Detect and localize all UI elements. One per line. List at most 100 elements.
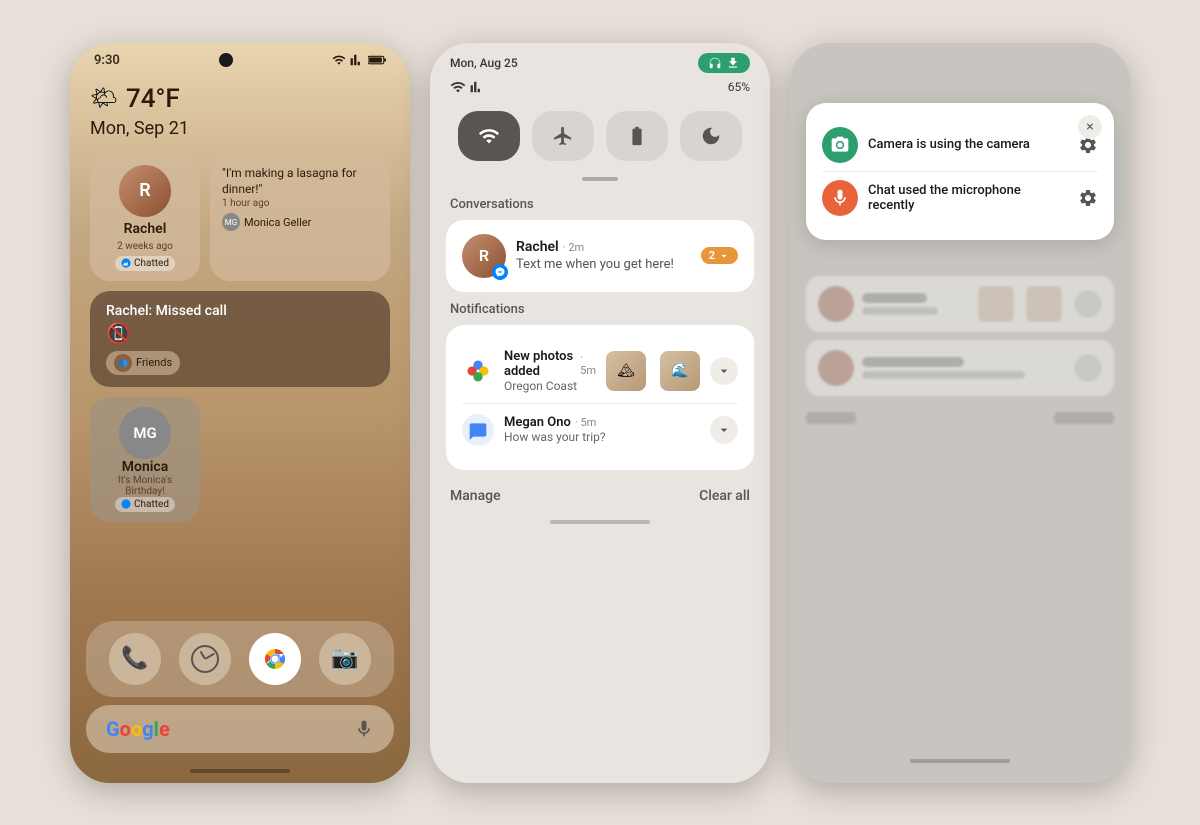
monica-avatar: MG — [119, 407, 171, 459]
photos-notif-time: · 5m — [580, 351, 596, 377]
bg-thumb-1 — [978, 286, 1014, 322]
photos-notif-subtitle: Oregon Coast — [504, 379, 596, 393]
rachel-contact-card[interactable]: R Rachel 2 weeks ago Chatted — [90, 155, 200, 281]
photos-thumbnail: 🏔 — [606, 351, 646, 391]
photos-thumbnail-2: 🌊 — [660, 351, 700, 391]
notifications-footer: Manage Clear all — [430, 480, 770, 520]
mic-perm-settings-icon[interactable] — [1078, 188, 1098, 208]
bg-expand-1 — [1074, 290, 1102, 318]
notifications-card: New photos added · 5m Oregon Coast 🏔 🌊 — [446, 325, 754, 470]
bg-thumb-2 — [1026, 286, 1062, 322]
p2-status-bar: Mon, Aug 25 — [430, 43, 770, 79]
p2-wifi-icon — [450, 79, 466, 95]
quote-person-name: Monica Geller — [244, 216, 311, 229]
photos-notif-item[interactable]: New photos added · 5m Oregon Coast 🏔 🌊 — [462, 339, 738, 404]
rachel-chatted: Chatted — [134, 258, 169, 269]
bg-avatar-2 — [818, 350, 854, 386]
battery-tile[interactable] — [606, 111, 668, 161]
clear-all-button[interactable]: Clear all — [699, 488, 750, 504]
clock-minute-hand — [205, 652, 216, 659]
megan-notif-time: · 5m — [575, 416, 596, 429]
phone-app-icon[interactable]: 📞 — [109, 633, 161, 685]
bg-avatar-1 — [818, 286, 854, 322]
messenger-badge — [492, 264, 508, 280]
battery-icon — [368, 54, 386, 66]
chrome-svg — [259, 643, 291, 675]
rachel-conversation-card[interactable]: R Rachel · 2m Text me when you get here!… — [446, 220, 754, 292]
status-icons — [332, 53, 386, 67]
monica-contact-card[interactable]: MG Monica It's Monica's Birthday! Chatte… — [90, 397, 200, 522]
bg-line-1a — [862, 293, 927, 303]
chrome-app-icon[interactable] — [249, 633, 301, 685]
bg-clearall — [1054, 412, 1114, 424]
mic-perm-icon — [822, 180, 858, 216]
monica-quote-card[interactable]: "I'm making a lasagna for dinner!" 1 hou… — [210, 155, 390, 281]
rachel-time: 2 weeks ago — [117, 241, 173, 252]
p3-home-indicator — [910, 759, 1010, 763]
weather-date: Mon, Sep 21 — [90, 118, 390, 139]
mic-perm-text: Chat used the microphone recently — [868, 183, 1068, 213]
app-dock: 📞 — [86, 621, 394, 697]
megan-notif-message: How was your trip? — [504, 430, 700, 444]
weather-temp: 74°F — [126, 84, 180, 114]
dnd-tile[interactable] — [680, 111, 742, 161]
bg-text-1 — [862, 293, 970, 315]
weather-icon: 🌤 — [90, 86, 118, 111]
friends-label: Friends — [136, 356, 172, 369]
wifi-icon — [332, 53, 346, 67]
status-bar: 9:30 — [70, 43, 410, 68]
notifications-label: Notifications — [430, 302, 770, 325]
megan-expand-btn[interactable] — [710, 416, 738, 444]
airplane-tile-icon — [552, 125, 574, 147]
rachel-action: Chatted — [115, 256, 175, 271]
wifi-tile[interactable] — [458, 111, 520, 161]
bg-manage — [806, 412, 856, 424]
signal-icon — [350, 53, 364, 67]
monica-mini-avatar: MG — [222, 213, 240, 231]
mic-icon[interactable] — [354, 719, 374, 739]
photos-expand-btn[interactable] — [710, 357, 738, 385]
megan-notif-item[interactable]: Megan Ono · 5m How was your trip? — [462, 404, 738, 456]
camera-app-icon[interactable]: 📷 — [319, 633, 371, 685]
p2-icons-row: 65% — [430, 79, 770, 103]
home-indicator — [190, 769, 290, 773]
p2-download-icon — [726, 56, 740, 70]
unread-badge: 2 — [701, 247, 738, 264]
quote-time: 1 hour ago — [222, 198, 378, 209]
rachel-convo-avatar: R — [462, 234, 506, 278]
google-search-bar[interactable]: Google — [86, 705, 394, 753]
quote-person: MG Monica Geller — [222, 213, 378, 231]
bg-line-2b — [862, 371, 1025, 379]
monica-sub2: Birthday! — [125, 486, 164, 497]
monica-name: Monica — [122, 459, 168, 475]
rachel-convo-name: Rachel — [516, 239, 559, 255]
p2-date: Mon, Aug 25 — [450, 56, 518, 70]
photos-notif-title: New photos added — [504, 349, 576, 379]
messages-icon — [468, 420, 488, 440]
chevron-down-icon-megan — [716, 422, 732, 438]
photos-app-icon — [462, 355, 494, 387]
p2-media-pill[interactable] — [698, 53, 750, 73]
bg-text-2 — [862, 357, 1066, 379]
p3-background-content — [790, 240, 1130, 783]
bg-expand-2 — [1074, 354, 1102, 382]
weather-widget: 🌤 74°F — [90, 84, 390, 114]
chevron-down-icon — [718, 250, 730, 262]
manage-button[interactable]: Manage — [450, 488, 501, 504]
megan-app-icon — [462, 414, 494, 446]
dialog-close-button[interactable]: × — [1078, 115, 1102, 139]
p2-signal-icon — [470, 79, 484, 95]
microphone-icon — [830, 188, 850, 208]
phone-permissions: × Camera is using the camera Chat used t… — [790, 43, 1130, 783]
camera-perm-text: Camera is using the camera — [868, 137, 1068, 152]
p2-battery: 65% — [728, 80, 750, 94]
monica-action: Chatted — [115, 497, 175, 512]
wifi-tile-icon — [478, 125, 500, 147]
camera-permission-item: Camera is using the camera — [822, 119, 1098, 171]
bg-footer — [806, 404, 1114, 428]
airplane-tile[interactable] — [532, 111, 594, 161]
front-camera — [219, 53, 233, 67]
drag-handle — [582, 177, 618, 181]
clock-app-icon[interactable] — [179, 633, 231, 685]
missed-call-card[interactable]: Rachel: Missed call 📵 👥 Friends — [90, 291, 390, 387]
